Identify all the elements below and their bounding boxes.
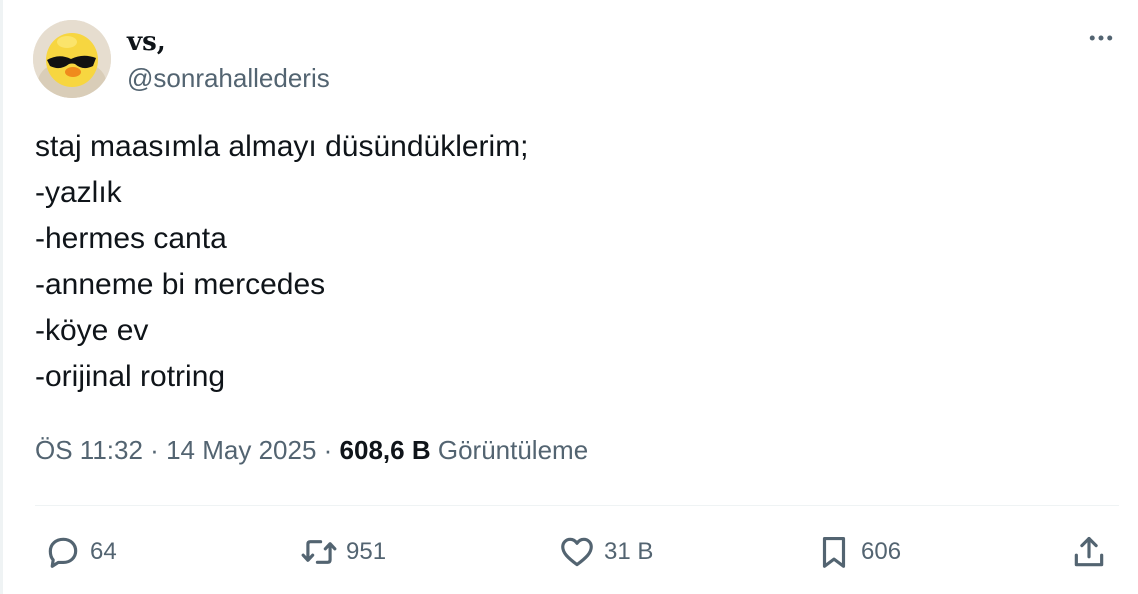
avatar[interactable] (33, 20, 111, 98)
user-handle[interactable]: @sonrahallederis (127, 62, 330, 94)
speech-bubble-icon (48, 537, 78, 568)
like-count: 31 B (604, 538, 654, 565)
like-button[interactable]: 31 B (558, 525, 653, 579)
retweet-arrows-icon (301, 540, 337, 564)
tweet-line: -anneme bi mercedes (35, 268, 326, 301)
more-options-button[interactable] (1080, 20, 1122, 56)
meta-separator: · (323, 435, 333, 465)
tweet-line: staj maasımla almayı düsündüklerim; (35, 130, 529, 163)
reply-count: 64 (90, 538, 117, 565)
views-label: Görüntüleme (437, 435, 589, 465)
tweet-line: -hermes canta (35, 222, 227, 255)
meta-separator: · (150, 435, 159, 465)
reply-button[interactable]: 64 (44, 525, 117, 579)
views-count: 608,6 B (339, 435, 431, 465)
bookmark-count: 606 (861, 538, 902, 565)
bookmark-button[interactable]: 606 (815, 525, 901, 579)
action-bar: 64 951 31 B 606 (0, 525, 1138, 579)
tweet-date[interactable]: 14 May 2025 (166, 435, 316, 465)
retweet-button[interactable]: 951 (300, 525, 386, 579)
share-upload-icon (1074, 536, 1104, 567)
more-horizontal-icon (1089, 35, 1113, 41)
tweet-metadata: ÖS 11:32 · 14 May 2025 · 608,6 B Görüntü… (35, 432, 588, 468)
tweet-line: -yazlık (35, 176, 122, 209)
share-button[interactable] (1070, 525, 1108, 579)
tweet-text: staj maasımla almayı düsündüklerim; -yaz… (35, 124, 1095, 400)
display-name[interactable]: vs, (127, 26, 166, 58)
duck-with-sunglasses-avatar-icon (33, 20, 111, 98)
divider (35, 505, 1119, 506)
left-border (0, 0, 3, 594)
tweet-line: -köye ev (35, 314, 149, 347)
retweet-count: 951 (346, 538, 387, 565)
bookmark-icon (822, 536, 846, 568)
tweet-line: -orijinal rotring (35, 360, 226, 393)
tweet-time[interactable]: ÖS 11:32 (35, 435, 143, 465)
heart-icon (561, 537, 593, 567)
